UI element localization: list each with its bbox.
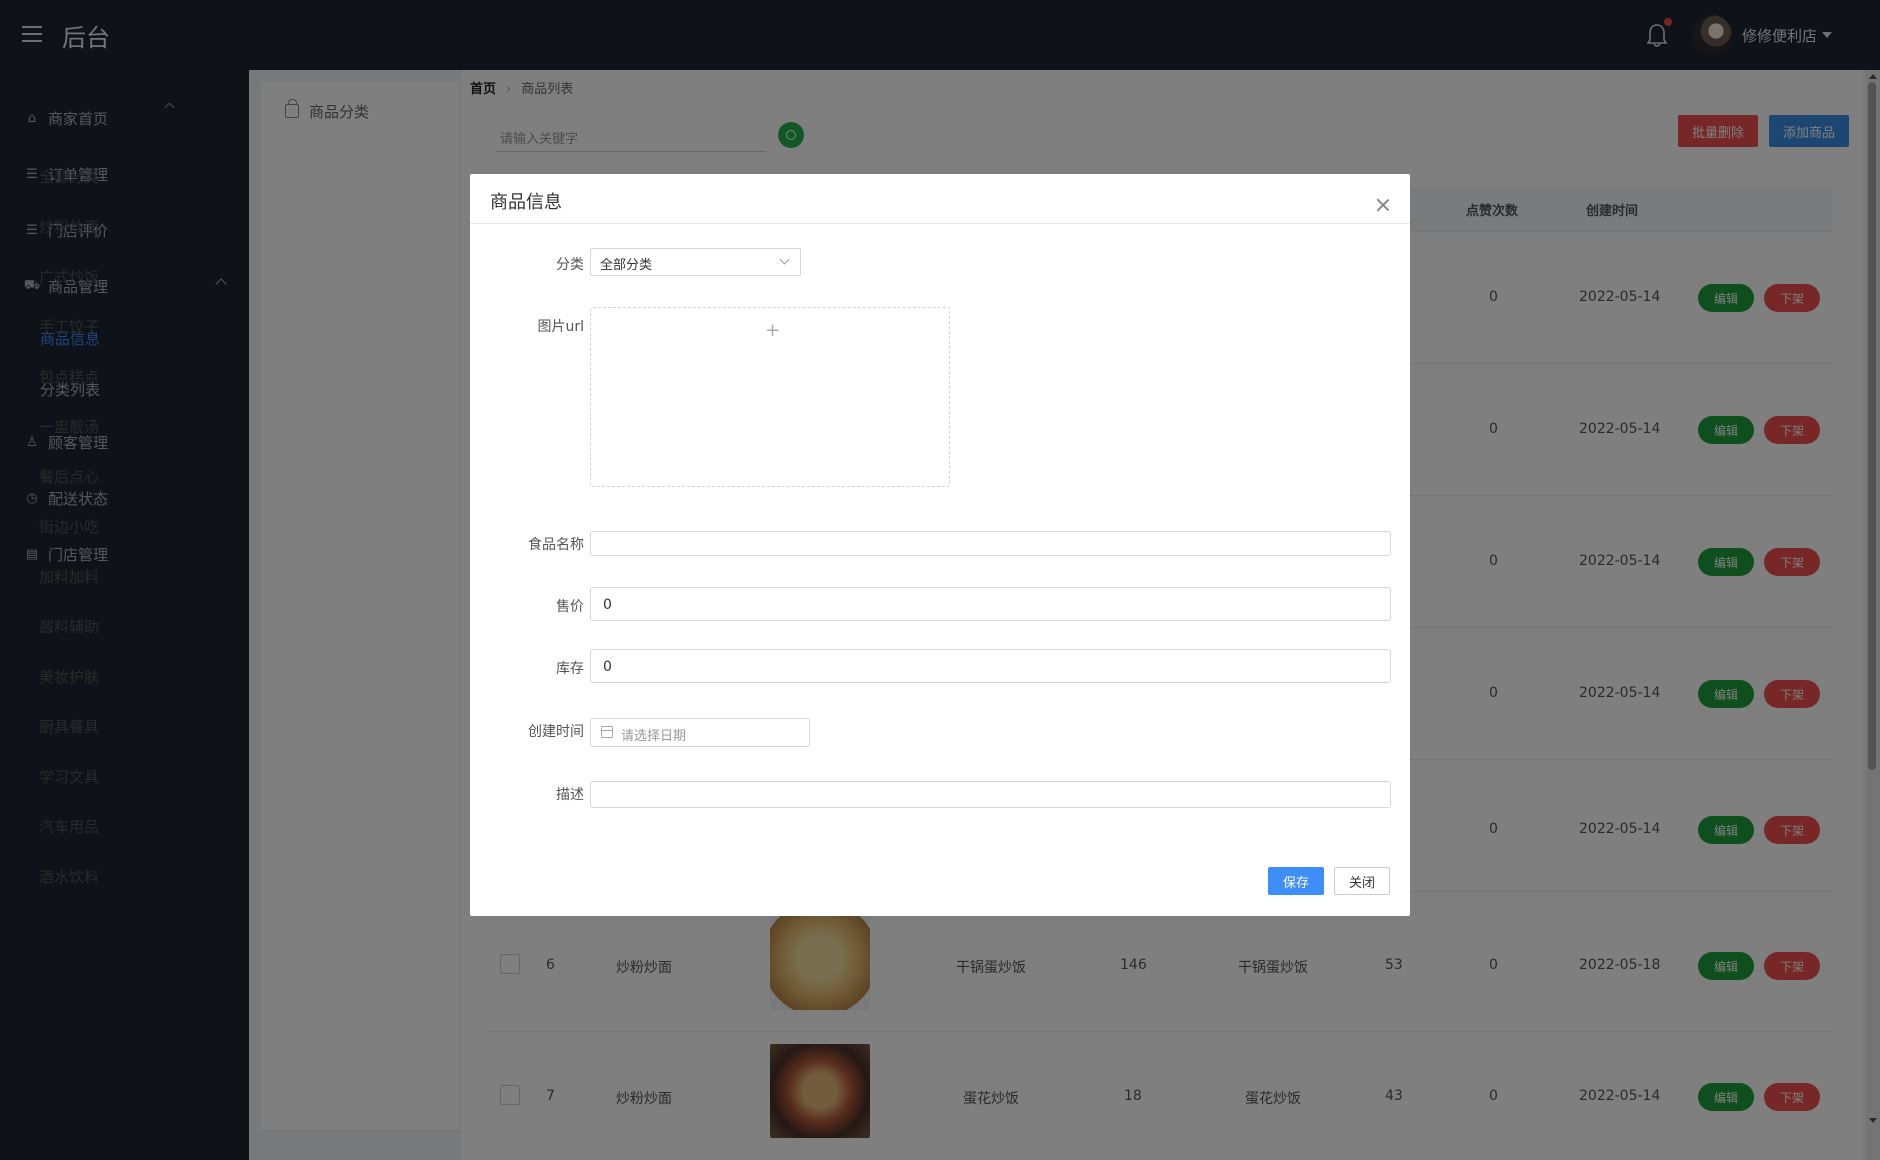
date-picker[interactable]: 请选择日期	[590, 718, 810, 747]
chevron-down-icon	[779, 254, 790, 265]
description-input[interactable]	[590, 781, 1391, 808]
save-button[interactable]: 保存	[1268, 867, 1324, 895]
category-select[interactable]: 全部分类	[590, 248, 801, 276]
calendar-icon	[601, 726, 613, 738]
dialog-divider	[470, 223, 1410, 224]
label-created-time: 创建时间	[528, 724, 584, 740]
label-stock: 库存	[556, 661, 584, 677]
product-info-dialog: 商品信息 分类 全部分类 图片url + 食品名称 售价 0 库存 0 创建时间…	[470, 174, 1410, 916]
close-button[interactable]: 关闭	[1334, 867, 1390, 895]
price-input[interactable]: 0	[590, 587, 1391, 621]
close-icon[interactable]	[1376, 198, 1390, 212]
label-image-url: 图片url	[537, 319, 584, 335]
label-category: 分类	[556, 257, 584, 273]
label-price: 售价	[556, 599, 584, 615]
date-placeholder: 请选择日期	[621, 729, 687, 744]
dialog-title: 商品信息	[490, 192, 562, 213]
food-name-input[interactable]	[590, 531, 1391, 556]
category-select-value: 全部分类	[600, 258, 653, 273]
stock-input[interactable]: 0	[590, 649, 1391, 683]
label-food-name: 食品名称	[528, 537, 584, 553]
plus-icon: +	[765, 320, 781, 341]
image-upload-area[interactable]: +	[590, 307, 950, 487]
label-description: 描述	[556, 787, 584, 803]
